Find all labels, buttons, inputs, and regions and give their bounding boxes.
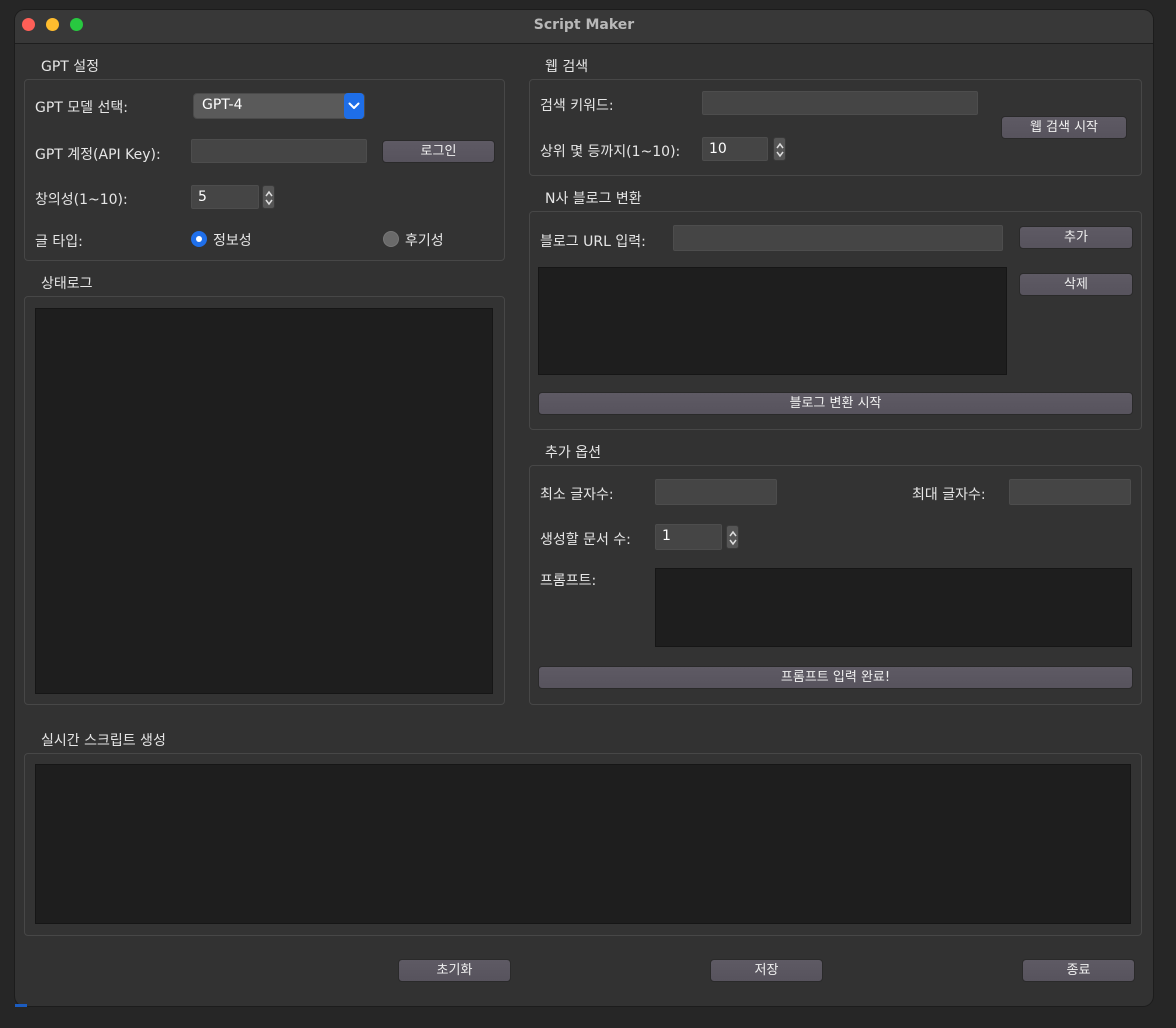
min-chars-label: 최소 글자수:	[540, 487, 614, 503]
creativity-stepper[interactable]	[262, 185, 275, 209]
realtime-title: 실시간 스크립트 생성	[41, 733, 166, 749]
top-rank-label: 상위 몇 등까지(1~10):	[540, 144, 681, 160]
min-chars-input[interactable]	[655, 479, 777, 505]
blog-url-input[interactable]	[673, 225, 1003, 251]
blog-convert-title: N사 블로그 변환	[545, 191, 642, 207]
model-label: GPT 모델 선택:	[35, 100, 128, 116]
keyword-input[interactable]	[702, 91, 978, 115]
account-label: GPT 계정(API Key):	[35, 147, 161, 163]
api-key-input[interactable]	[191, 139, 367, 163]
chevron-down-icon	[344, 93, 364, 119]
script-maker-window: Script Maker GPT 설정 GPT 모델 선택: GPT-4 GPT…	[15, 10, 1153, 1006]
extra-options-title: 추가 옵션	[545, 445, 601, 461]
realtime-group	[24, 753, 1142, 936]
status-log-textarea[interactable]	[35, 308, 493, 694]
gpt-settings-group: GPT 모델 선택: GPT-4 GPT 계정(API Key): 로그인 창의…	[24, 79, 505, 261]
blog-convert-start-button[interactable]: 블로그 변환 시작	[538, 392, 1133, 415]
add-url-button[interactable]: 추가	[1019, 226, 1133, 249]
login-button[interactable]: 로그인	[382, 140, 495, 163]
type-info-label: 정보성	[213, 233, 252, 249]
blog-convert-group: 블로그 URL 입력: 추가 삭제 블로그 변환 시작	[529, 211, 1142, 430]
status-log-group	[24, 296, 505, 705]
doc-count-input[interactable]: 1	[655, 524, 722, 550]
status-log-title: 상태로그	[41, 276, 93, 292]
top-rank-input[interactable]: 10	[702, 137, 768, 161]
prompt-label: 프롬프트:	[540, 573, 597, 589]
web-search-group: 검색 키워드: 상위 몇 등까지(1~10): 10 웹 검색 시작	[529, 79, 1142, 176]
type-review-label: 후기성	[405, 233, 444, 249]
model-select[interactable]: GPT-4	[193, 93, 365, 119]
window-title: Script Maker	[533, 17, 635, 33]
type-info-radio[interactable]	[191, 231, 207, 247]
blog-url-list[interactable]	[538, 267, 1007, 375]
stepper-arrows-icon	[265, 190, 273, 206]
prompt-done-button[interactable]: 프롬프트 입력 완료!	[538, 666, 1133, 689]
save-button[interactable]: 저장	[710, 959, 823, 982]
top-rank-stepper[interactable]	[773, 137, 786, 161]
doc-count-stepper[interactable]	[726, 525, 739, 549]
prompt-textarea[interactable]	[655, 568, 1132, 647]
desktop-edge	[15, 1004, 27, 1007]
stepper-arrows-icon	[729, 530, 737, 546]
realtime-script-textarea[interactable]	[35, 764, 1131, 924]
gpt-settings-title: GPT 설정	[41, 59, 100, 75]
delete-url-button[interactable]: 삭제	[1019, 273, 1133, 296]
web-search-start-button[interactable]: 웹 검색 시작	[1001, 116, 1127, 139]
type-review-radio[interactable]	[383, 231, 399, 247]
title-bar: Script Maker	[15, 10, 1153, 44]
web-search-title: 웹 검색	[545, 59, 589, 75]
model-select-value: GPT-4	[202, 97, 243, 113]
blog-url-label: 블로그 URL 입력:	[540, 234, 646, 250]
doc-count-label: 생성할 문서 수:	[540, 532, 631, 548]
stepper-arrows-icon	[776, 142, 784, 158]
reset-button[interactable]: 초기화	[398, 959, 511, 982]
type-label: 글 타입:	[35, 234, 83, 250]
max-chars-label: 최대 글자수:	[912, 487, 986, 503]
exit-button[interactable]: 종료	[1022, 959, 1135, 982]
extra-options-group: 최소 글자수: 최대 글자수: 생성할 문서 수: 1 프롬프트: 프롬프트 입…	[529, 465, 1142, 705]
creativity-input[interactable]: 5	[191, 185, 259, 209]
keyword-label: 검색 키워드:	[540, 98, 614, 114]
creativity-label: 창의성(1~10):	[35, 192, 128, 208]
max-chars-input[interactable]	[1009, 479, 1131, 505]
